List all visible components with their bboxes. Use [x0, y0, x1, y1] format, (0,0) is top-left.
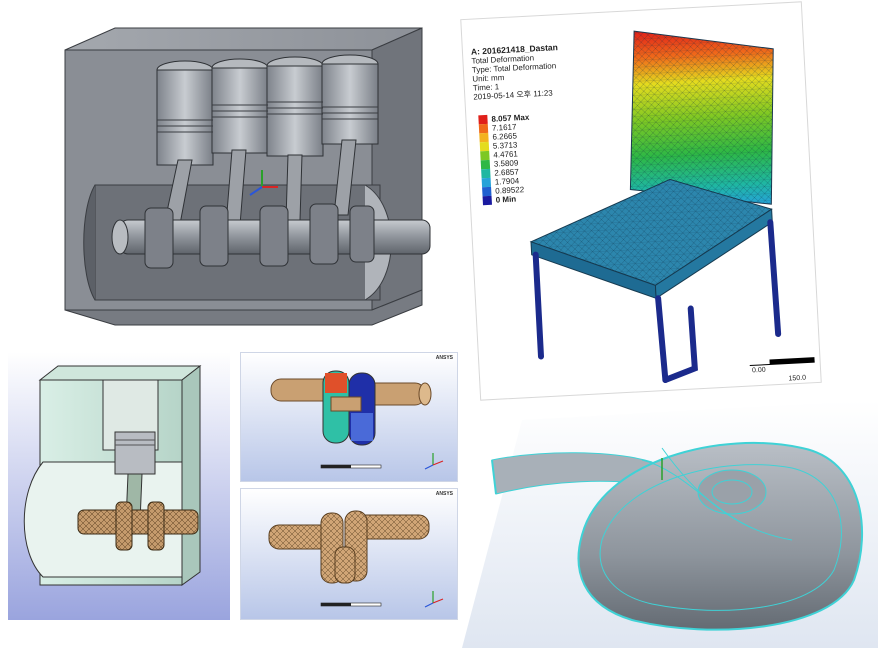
crankshaft-stress-image	[270, 370, 444, 470]
crankshaft-mesh-panel: ANSYS	[240, 488, 458, 620]
single-cylinder-image	[23, 364, 202, 586]
chair-mesh-image	[529, 30, 815, 383]
crankshaft-stress-panel: ANSYS	[240, 352, 458, 482]
ansys-logo: ANSYS	[435, 355, 453, 361]
engine-block-image	[64, 27, 431, 326]
axis-triad-icon	[424, 453, 444, 470]
scale-left-label: 0.00	[751, 366, 766, 375]
engine-block-panel	[50, 10, 440, 340]
single-cylinder-panel	[8, 352, 230, 620]
axis-triad-icon	[424, 591, 444, 608]
scale-bar	[749, 357, 815, 367]
crankshaft-mesh-image	[268, 510, 444, 608]
wireframe-model-panel	[462, 400, 878, 648]
wireframe-model-image	[462, 400, 878, 648]
chair-deformation-panel: A: 201621418_Dastan Total Deformation Ty…	[460, 1, 822, 401]
ansys-logo: ANSYS	[435, 491, 453, 497]
scale-right-label: 150.0	[788, 374, 807, 383]
